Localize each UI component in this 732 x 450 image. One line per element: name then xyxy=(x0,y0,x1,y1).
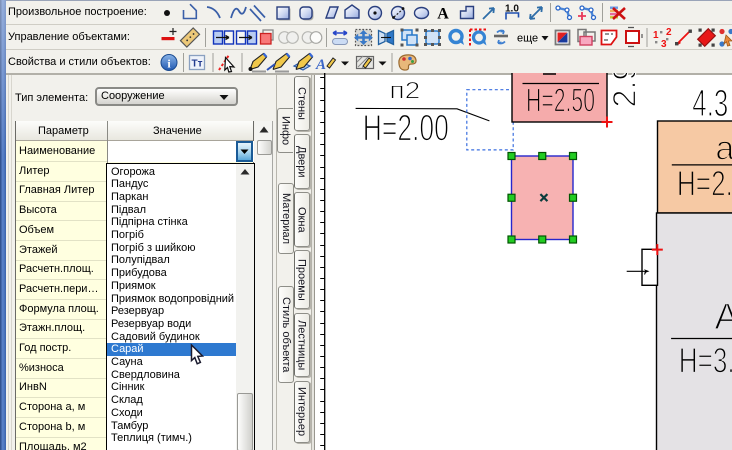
svg-text:Н=2.: Н=2. xyxy=(677,165,732,204)
svg-text:3: 3 xyxy=(661,39,667,50)
svg-text:1: 1 xyxy=(653,30,659,41)
svg-text:Н=2.50: Н=2.50 xyxy=(526,82,595,119)
svg-text:Н=2.00: Н=2.00 xyxy=(363,108,449,149)
svg-text:2.9: 2.9 xyxy=(607,73,643,108)
svg-text:Н=3.: Н=3. xyxy=(679,342,732,381)
svg-text:А: А xyxy=(715,296,732,337)
svg-text:п2: п2 xyxy=(389,78,420,105)
svg-text:еще: еще xyxy=(517,33,538,45)
svg-text:A: A xyxy=(437,6,449,23)
svg-text:2: 2 xyxy=(666,27,672,38)
svg-text:Tт: Tт xyxy=(191,59,202,70)
svg-text:A: A xyxy=(315,57,326,73)
svg-text:4.3: 4.3 xyxy=(692,83,728,125)
svg-text:а.: а. xyxy=(715,130,732,168)
